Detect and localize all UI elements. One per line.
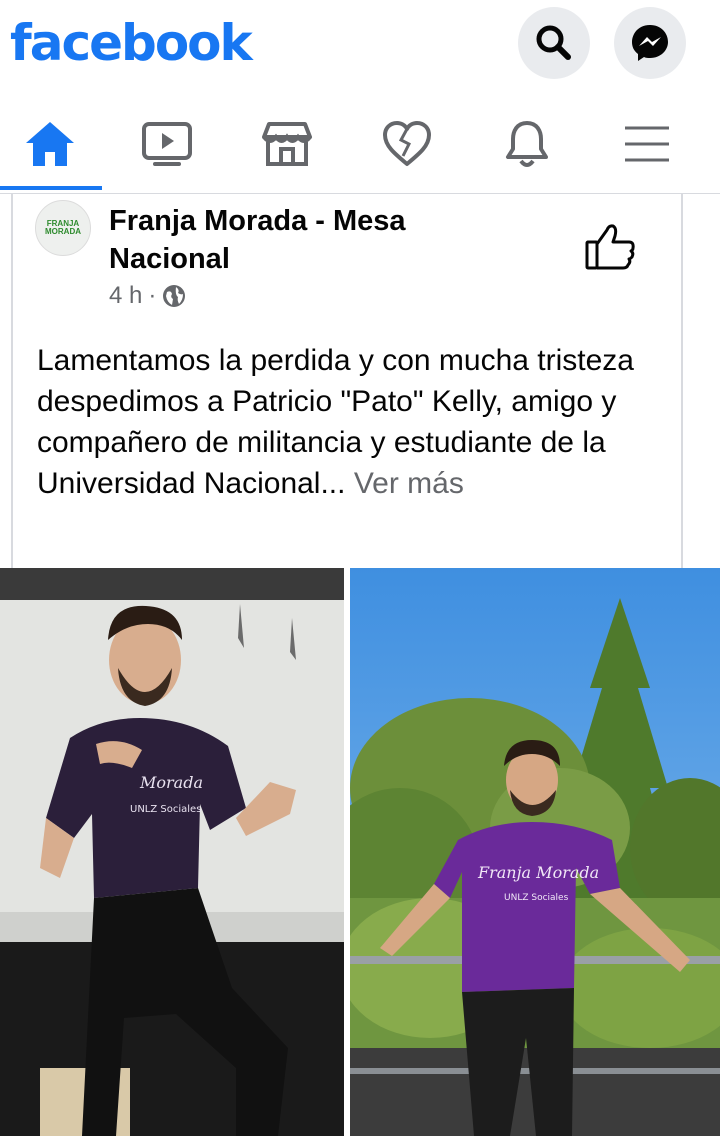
thumbs-up-icon [585,224,635,270]
tab-marketplace[interactable] [237,96,337,192]
svg-text:Morada: Morada [139,773,203,792]
avatar-logo-text: FRANJA MORADA [45,219,81,236]
like-page-button[interactable] [583,222,639,272]
facebook-logo[interactable]: facebook [10,14,253,72]
photo-speaker-seated: Morada UNLZ Sociales [0,568,344,1136]
video-icon [142,122,192,166]
tab-dating[interactable] [357,96,457,192]
post-meta: 4 h · [109,282,186,310]
svg-text:UNLZ Sociales: UNLZ Sociales [130,804,201,815]
svg-text:UNLZ Sociales: UNLZ Sociales [504,893,569,903]
home-icon [26,122,74,166]
tab-menu[interactable] [597,96,697,192]
messenger-button[interactable] [614,7,686,79]
top-bar: facebook [0,0,720,96]
tab-home[interactable] [0,96,100,192]
post-text: Lamentamos la perdida y con mucha triste… [37,340,667,504]
post-card: FRANJA MORADA Franja Morada - Mesa Nacio… [11,194,683,570]
search-button[interactable] [518,7,590,79]
photo-standing-outdoors: Franja Morada UNLZ Sociales [350,568,720,1136]
page-name[interactable]: Franja Morada - Mesa Nacional [109,202,489,278]
bell-icon [506,121,548,167]
menu-icon [625,126,669,162]
post-photo-left[interactable]: Morada UNLZ Sociales [0,568,344,1136]
marketplace-icon [262,122,312,166]
see-more-link[interactable]: Ver más [345,467,464,500]
messenger-icon [632,25,668,61]
tab-watch[interactable] [117,96,217,192]
page-avatar[interactable]: FRANJA MORADA [35,200,91,256]
active-tab-indicator [0,186,102,190]
search-icon [536,25,571,60]
post-body: Lamentamos la perdida y con mucha triste… [37,344,634,500]
post-photo-right[interactable]: Franja Morada UNLZ Sociales [350,568,720,1136]
dating-heart-icon [383,121,431,166]
svg-text:Franja Morada: Franja Morada [477,863,599,882]
post-time[interactable]: 4 h [109,282,142,310]
globe-icon [163,285,186,307]
tab-notifications[interactable] [477,96,577,192]
meta-separator: · [148,282,157,309]
nav-bar [0,96,720,194]
